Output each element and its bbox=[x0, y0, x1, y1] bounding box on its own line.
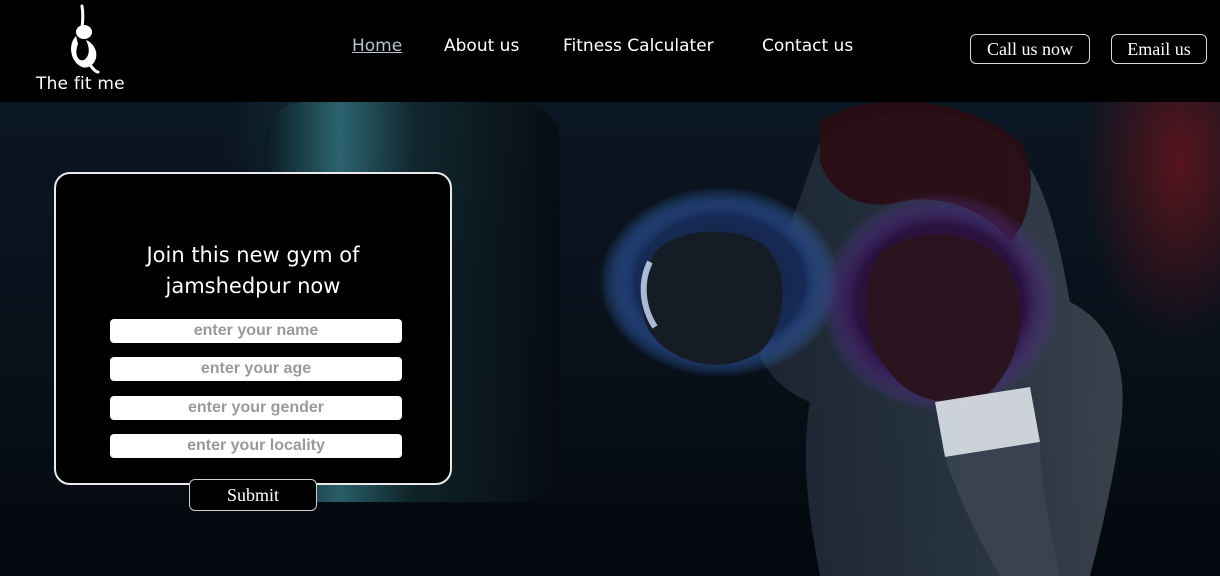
yoga-figure-icon bbox=[71, 4, 100, 74]
name-input[interactable] bbox=[110, 319, 402, 343]
nav-contact-link[interactable]: Contact us bbox=[762, 36, 853, 56]
signup-form: Join this new gym of jamshedpur now bbox=[54, 172, 452, 485]
nav-fitness-calculator-link[interactable]: Fitness Calculater bbox=[563, 36, 714, 56]
gender-input[interactable] bbox=[110, 396, 402, 420]
locality-input[interactable] bbox=[110, 434, 402, 458]
nav-home-link[interactable]: Home bbox=[352, 36, 402, 56]
nav-about-link[interactable]: About us bbox=[444, 36, 519, 56]
age-input[interactable] bbox=[110, 357, 402, 381]
form-title-line-1: Join this new gym of bbox=[146, 243, 360, 267]
brand-name: The fit me bbox=[36, 74, 125, 94]
email-us-button[interactable]: Email us bbox=[1111, 34, 1207, 64]
brand-logo[interactable]: The fit me bbox=[36, 4, 132, 96]
page: The fit me Home About us Fitness Calcula… bbox=[0, 0, 1220, 576]
call-us-button[interactable]: Call us now bbox=[970, 34, 1090, 64]
form-title: Join this new gym of jamshedpur now bbox=[56, 240, 450, 302]
form-title-line-2: jamshedpur now bbox=[165, 274, 341, 298]
top-header: The fit me Home About us Fitness Calcula… bbox=[0, 0, 1220, 102]
submit-button[interactable]: Submit bbox=[189, 479, 317, 511]
